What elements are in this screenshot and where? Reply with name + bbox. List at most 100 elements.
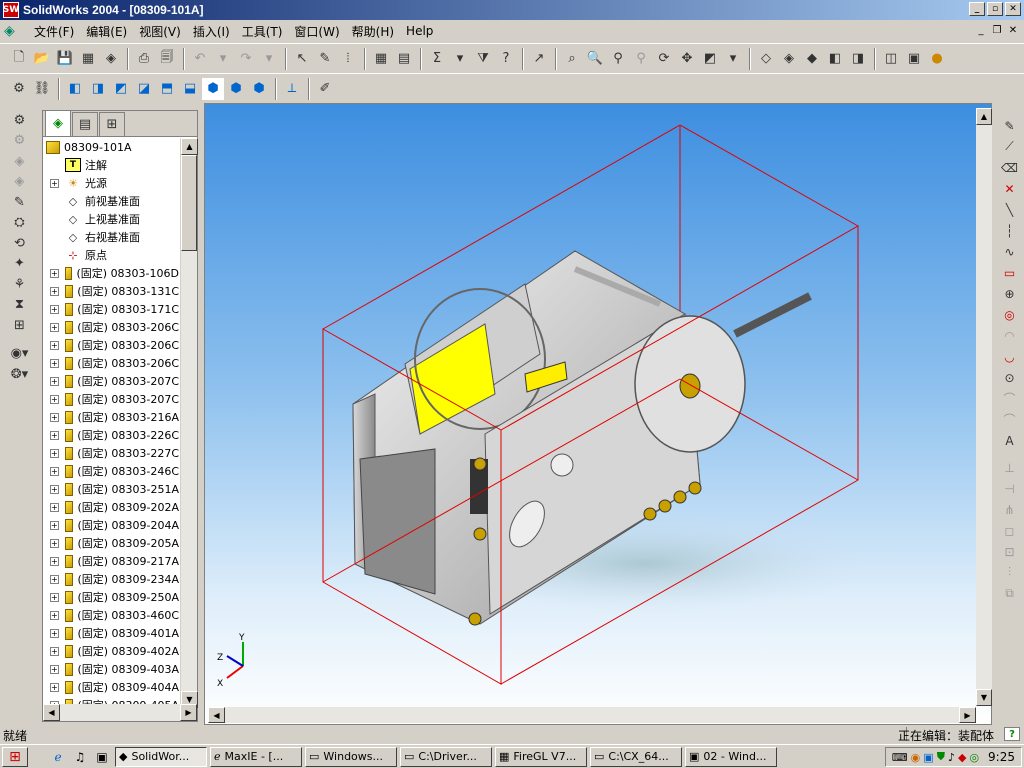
expand-icon[interactable]: +: [50, 340, 59, 350]
maximize-button[interactable]: ▫: [987, 2, 1003, 16]
fillet-icon[interactable]: ⌒: [999, 388, 1021, 409]
expand-icon[interactable]: +: [50, 610, 59, 620]
tree-item[interactable]: + (固定) 08303-206C: [43, 354, 179, 372]
expand-icon[interactable]: +: [50, 412, 59, 422]
feature-icon-7[interactable]: ⟲: [9, 233, 31, 254]
viewport-scroll-up-icon[interactable]: ▲: [976, 108, 992, 125]
ellipse-icon[interactable]: ⊙: [999, 367, 1021, 388]
taskbar-button[interactable]: ▭ C:\Driver...: [400, 746, 492, 767]
viewport-vertical-scrollbar[interactable]: ▲ ▼: [976, 108, 992, 706]
tree-item[interactable]: + (固定) 08309-217A: [43, 552, 179, 570]
rotate-icon[interactable]: ⟳: [653, 48, 675, 70]
expand-icon[interactable]: +: [50, 430, 59, 440]
feature-icon-9[interactable]: ⚘: [9, 274, 31, 295]
minimize-button[interactable]: _: [969, 2, 985, 16]
media-quicklaunch-icon[interactable]: ♫: [70, 748, 90, 766]
tree-item[interactable]: + (固定) 08309-234A: [43, 570, 179, 588]
tangent-arc-icon[interactable]: ◡: [999, 346, 1021, 367]
taskbar-button[interactable]: ▦ FireGL V7...: [495, 746, 587, 767]
pattern-icon[interactable]: ⫶: [999, 562, 1021, 583]
mate-icon[interactable]: ⛓: [31, 78, 53, 100]
doc-close-button[interactable]: ✕: [1006, 23, 1020, 37]
feature-icon-10[interactable]: ⧗: [9, 295, 31, 316]
scroll-up-icon[interactable]: ▲: [181, 138, 198, 155]
tree-item[interactable]: ⊹ 原点: [43, 246, 179, 264]
expand-icon[interactable]: +: [50, 538, 59, 548]
help-status-icon[interactable]: ?: [1004, 727, 1020, 741]
expand-icon[interactable]: +: [50, 178, 59, 188]
view-right-icon[interactable]: ◪: [133, 78, 155, 100]
tree-item[interactable]: + (固定) 08303-227C: [43, 444, 179, 462]
smart-dimension-icon[interactable]: ⟋: [999, 136, 1021, 157]
section-view-icon[interactable]: ◫: [880, 48, 902, 70]
tree-item[interactable]: + (固定) 08303-226C: [43, 426, 179, 444]
tree-item[interactable]: + (固定) 08309-401A: [43, 624, 179, 642]
shaded-icon[interactable]: ◨: [847, 48, 869, 70]
filter-icon[interactable]: ⧩: [472, 48, 494, 70]
feature-icon-13[interactable]: ❂▾: [9, 364, 31, 385]
menu-insert[interactable]: 插入(I): [187, 23, 236, 40]
tray-network-icon[interactable]: ◉: [911, 751, 921, 764]
move-icon[interactable]: ⧉: [999, 583, 1021, 604]
tree-item[interactable]: + (固定) 08309-204A: [43, 516, 179, 534]
expand-icon[interactable]: +: [50, 286, 59, 296]
cross-icon[interactable]: ✕: [999, 178, 1021, 199]
view-top-icon[interactable]: ⬒: [156, 78, 178, 100]
viewport-horizontal-scrollbar[interactable]: ◀ ▶: [208, 707, 976, 723]
tree-item[interactable]: + (固定) 08303-106D: [43, 264, 179, 282]
tree-item[interactable]: + (固定) 08309-402A: [43, 642, 179, 660]
undo-icon[interactable]: ↶: [189, 48, 211, 70]
tree-item[interactable]: + ☀ 光源: [43, 174, 179, 192]
tree-item[interactable]: + (固定) 08303-206C: [43, 336, 179, 354]
save-icon[interactable]: 💾: [54, 48, 76, 70]
taskbar-button[interactable]: ▣ 02 - Wind...: [685, 746, 777, 767]
tree-item[interactable]: + (固定) 08303-131C: [43, 282, 179, 300]
expand-icon[interactable]: +: [50, 664, 59, 674]
open-icon[interactable]: 📂: [31, 48, 53, 70]
tree-item[interactable]: + (固定) 08309-403A: [43, 660, 179, 678]
tray-keyboard-icon[interactable]: ⌨: [892, 751, 908, 764]
equation-icon[interactable]: Σ: [426, 48, 448, 70]
expand-icon[interactable]: +: [50, 646, 59, 656]
desktop-quicklaunch-icon[interactable]: ▣: [92, 748, 112, 766]
expand-icon[interactable]: +: [50, 628, 59, 638]
tree-item[interactable]: ◇ 上视基准面: [43, 210, 179, 228]
feature-icon-8[interactable]: ✦: [9, 254, 31, 275]
tree-item[interactable]: + (固定) 08309-250A: [43, 588, 179, 606]
doc-minimize-button[interactable]: _: [974, 23, 988, 37]
view-orientation-icon[interactable]: ◩: [699, 48, 721, 70]
tree-item[interactable]: + (固定) 08309-202A: [43, 498, 179, 516]
menu-edit[interactable]: 编辑(E): [80, 23, 133, 40]
tree-item[interactable]: + (固定) 08303-206C: [43, 318, 179, 336]
document-icon[interactable]: ◈: [4, 23, 22, 39]
sketch-icon[interactable]: ✎: [314, 48, 336, 70]
circle-icon[interactable]: ⊕: [999, 283, 1021, 304]
offset-icon[interactable]: ⊣: [999, 478, 1021, 499]
property-manager-tab-icon[interactable]: ▤: [72, 112, 98, 136]
print-preview-icon[interactable]: 🗐: [156, 48, 178, 70]
taskbar-button[interactable]: ▭ C:\CX_64...: [590, 746, 682, 767]
tree-item[interactable]: + (固定) 08303-246C: [43, 462, 179, 480]
tray-shield-icon[interactable]: ⛊: [937, 750, 945, 764]
view-trimetric-icon[interactable]: ⬢: [225, 78, 247, 100]
graphics-viewport[interactable]: Y X Z: [204, 103, 992, 725]
tree-item[interactable]: + (固定) 08303-216A: [43, 408, 179, 426]
view-dropdown-icon[interactable]: ▾: [722, 48, 744, 70]
realview-icon[interactable]: ●: [926, 48, 948, 70]
view-left-icon[interactable]: ◩: [110, 78, 132, 100]
close-button[interactable]: ✕: [1005, 2, 1021, 16]
expand-icon[interactable]: +: [50, 502, 59, 512]
table-icon[interactable]: ▤: [393, 48, 415, 70]
tree-item[interactable]: + (固定) 08309-404A: [43, 678, 179, 696]
expand-icon[interactable]: +: [50, 304, 59, 314]
doc-restore-button[interactable]: ❐: [990, 23, 1004, 37]
tree-root[interactable]: 08309-101A: [43, 138, 179, 156]
feature-icon-3[interactable]: ◈: [9, 151, 31, 172]
sketch-icon[interactable]: ✎: [999, 115, 1021, 136]
eraser-icon[interactable]: ⌫: [999, 157, 1021, 178]
feature-icon-11[interactable]: ⊞: [9, 315, 31, 336]
tree-vertical-scrollbar[interactable]: ▲ ▼: [180, 138, 198, 708]
centerline-icon[interactable]: ┆: [999, 220, 1021, 241]
grid-icon[interactable]: ▦: [370, 48, 392, 70]
select-icon[interactable]: ↖: [291, 48, 313, 70]
